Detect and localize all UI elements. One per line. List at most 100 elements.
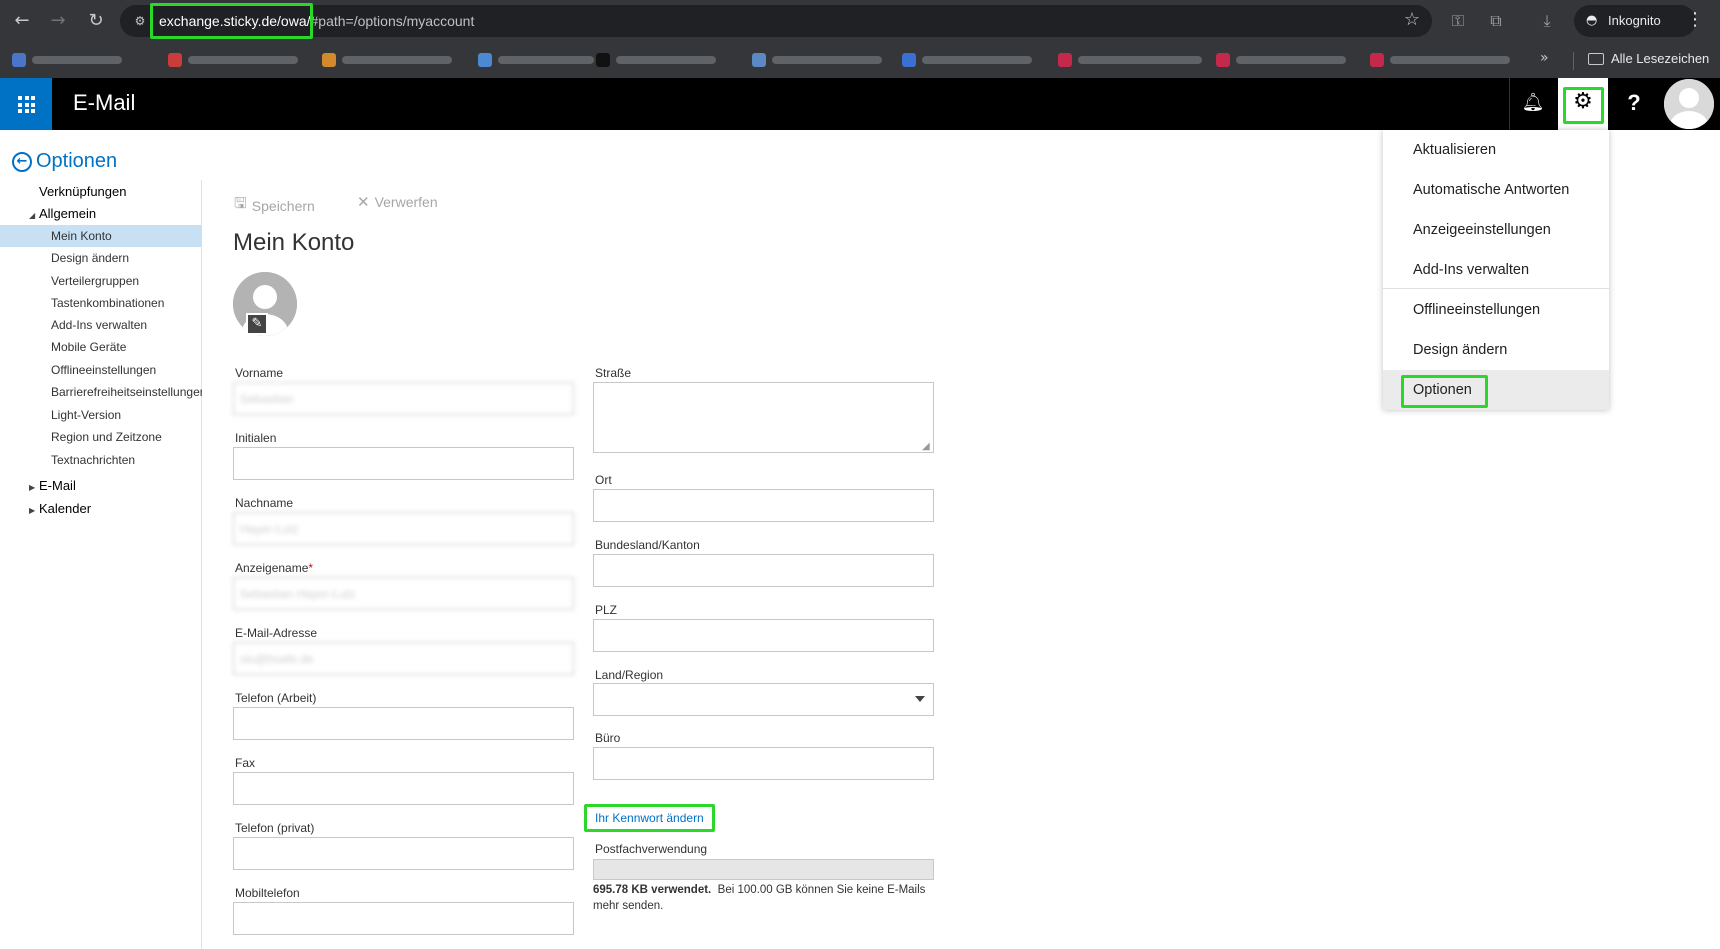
app-title[interactable]: E-Mail [73,90,135,116]
bookmark-star-icon[interactable]: ☆ [1404,9,1420,30]
menu-item-display-settings[interactable]: Anzeigeeinstellungen [1383,210,1609,250]
bookmarks-divider [1573,52,1574,70]
incognito-label: Inkognito [1608,13,1661,28]
options-title: Optionen [36,150,118,172]
mobile-phone-field[interactable] [233,902,574,935]
bookmark-item[interactable] [322,51,452,69]
office-label: Büro [595,731,621,745]
all-bookmarks-button[interactable]: Alle Lesezeichen [1588,51,1709,66]
bookmark-item[interactable] [752,51,882,69]
settings-dropdown: Aktualisieren Automatische Antworten Anz… [1383,130,1609,410]
nav-item-light-version[interactable]: Light-Version [0,404,202,426]
office-field[interactable] [593,747,934,780]
nav-general-label: Allgemein [39,206,97,221]
save-button[interactable]: 🖫 Speichern [234,193,315,218]
incognito-badge[interactable]: ◓ Inkognito [1574,5,1696,37]
zip-field[interactable] [593,619,934,652]
forward-arrow-icon[interactable]: → [46,9,70,33]
resize-grip-icon[interactable]: ◢ [922,441,930,452]
bookmark-item[interactable] [12,51,122,69]
password-link-highlight-box [584,804,715,832]
menu-item-refresh[interactable]: Aktualisieren [1383,130,1609,170]
help-icon[interactable]: ? [1622,90,1646,118]
nav-general[interactable]: ◢ Allgemein [0,203,202,225]
save-disk-icon: 🖫 [234,194,247,212]
nav-item-accessibility[interactable]: Barrierefreiheitseinstellungen [0,381,202,403]
initials-label: Initialen [235,431,277,445]
browser-menu-icon[interactable]: ⋮ [1686,9,1704,30]
fax-field[interactable] [233,772,574,805]
initials-field[interactable] [233,447,574,480]
bookmark-item[interactable] [1058,51,1202,69]
nav-email-label: E-Mail [39,478,76,493]
person-icon [1664,79,1714,129]
collapsed-triangle-icon: ▶ [29,506,36,515]
back-circle-icon: ← [12,151,32,172]
street-field[interactable] [593,382,934,453]
top-bar-divider [1509,78,1510,130]
notifications-bell-icon[interactable]: 🔔︎ [1521,92,1545,116]
bookmark-item[interactable] [478,51,594,69]
state-label: Bundesland/Kanton [595,538,700,552]
bookmarks-overflow-icon[interactable]: » [1540,50,1549,66]
first-name-field[interactable] [233,382,574,415]
state-field[interactable] [593,554,934,587]
password-manager-icon[interactable]: ⚿ [1446,9,1470,33]
options-nav: Verknüpfungen ◢ Allgemein Mein Konto Desi… [0,180,202,949]
nav-item-keyboard-shortcuts[interactable]: Tastenkombinationen [0,292,202,314]
nav-item-region-timezone[interactable]: Region und Zeitzone [0,426,202,448]
bookmark-item[interactable] [596,51,716,69]
nav-calendar[interactable]: ▶ Kalender [0,498,202,520]
display-name-label-text: Anzeigename [235,561,309,575]
nav-item-distribution-groups[interactable]: Verteilergruppen [0,270,202,292]
first-name-label: Vorname [235,366,284,380]
page-title: Mein Konto [233,229,355,256]
options-back-link[interactable]: ← Optionen [12,150,117,173]
menu-item-offline-settings[interactable]: Offlineeinstellungen [1383,290,1609,330]
site-info-icon[interactable]: ⚙ [130,11,150,31]
reload-icon[interactable]: ↻ [84,9,108,33]
edit-photo-pencil-icon[interactable]: ✎ [246,313,268,335]
menu-item-automatic-replies[interactable]: Automatische Antworten [1383,170,1609,210]
nav-shortcuts[interactable]: Verknüpfungen [0,181,202,203]
bookmark-item[interactable] [1370,51,1510,69]
nav-item-offline-settings[interactable]: Offlineeinstellungen [0,359,202,381]
address-bar[interactable]: ⚙ exchange.sticky.de/owa/#path=/options/… [120,5,1432,37]
phone-work-label: Telefon (Arbeit) [235,691,317,705]
owa-top-bar: E-Mail 🔔︎ ⚙ ? [0,78,1720,130]
phone-work-field[interactable] [233,707,574,740]
nav-item-change-theme[interactable]: Design ändern [0,247,202,269]
nav-item-my-account[interactable]: Mein Konto [0,225,202,247]
expanded-triangle-icon: ◢ [29,211,36,220]
folder-icon [1588,52,1604,65]
bookmark-item[interactable] [902,51,1032,69]
incognito-icon: ◓ [1586,13,1598,28]
user-avatar[interactable] [1664,79,1714,129]
zip-label: PLZ [595,603,618,617]
download-icon[interactable]: ⤓ [1535,9,1559,33]
email-address-field[interactable] [233,642,574,675]
last-name-field[interactable] [233,512,574,545]
menu-item-change-theme[interactable]: Design ändern [1383,330,1609,370]
collapsed-triangle-icon: ▶ [29,483,36,492]
app-launcher-button[interactable] [0,78,52,130]
url-path: #path=/options/myaccount [310,13,475,29]
extensions-icon[interactable]: ⧉ [1484,9,1508,33]
nav-item-mobile-devices[interactable]: Mobile Geräte [0,336,202,358]
country-label: Land/Region [595,668,664,682]
mailbox-usage-bar [593,859,934,880]
nav-email[interactable]: ▶ E-Mail [0,475,202,497]
nav-item-manage-addins[interactable]: Add-Ins verwalten [0,314,202,336]
bookmark-item[interactable] [1216,51,1346,69]
options-highlight-box [1401,375,1488,408]
back-arrow-icon[interactable]: ← [10,9,34,33]
phone-private-field[interactable] [233,837,574,870]
city-field[interactable] [593,489,934,522]
display-name-field[interactable] [233,577,574,610]
country-select[interactable] [593,683,934,716]
discard-button[interactable]: ✕ Verwerfen [357,193,438,211]
nav-item-text-messages[interactable]: Textnachrichten [0,449,202,471]
waffle-icon [18,96,35,113]
menu-item-manage-addins[interactable]: Add-Ins verwalten [1383,250,1609,290]
bookmark-item[interactable] [168,51,298,69]
